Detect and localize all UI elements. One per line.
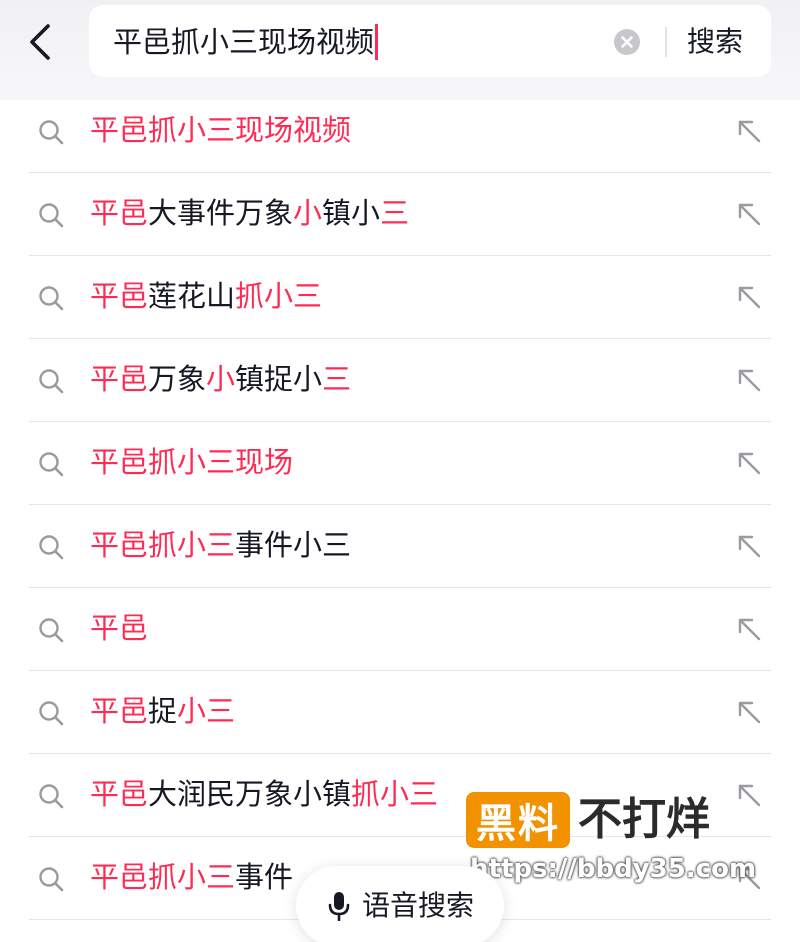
watermark-url: https://bbdy35.com: [470, 854, 757, 884]
back-button[interactable]: [18, 20, 62, 64]
suggestion-match-segment: 小: [293, 196, 323, 230]
arrow-up-left-icon[interactable]: [735, 615, 763, 643]
voice-search-button[interactable]: 语音搜索: [296, 866, 504, 942]
suggestion-match-segment: 抓小三: [351, 777, 439, 811]
suggestion-text: 平邑莲花山抓小三: [90, 274, 322, 318]
suggestion-match-segment: 平邑: [90, 777, 149, 811]
search-header: 平邑抓小三现场视频 搜索: [0, 0, 800, 100]
search-box[interactable]: 平邑抓小三现场视频 搜索: [89, 5, 771, 77]
suggestion-row[interactable]: 平邑万象小镇捉小三: [0, 339, 800, 422]
divider: [665, 27, 667, 57]
suggestion-match-segment: 三: [380, 196, 410, 230]
search-icon: [39, 120, 64, 145]
watermark-badge: 黑料: [466, 792, 570, 848]
suggestion-row[interactable]: 平邑捉小三: [0, 671, 800, 754]
arrow-up-left-icon[interactable]: [735, 532, 763, 560]
search-icon: [39, 535, 64, 560]
suggestion-text: 平邑抓小三现场视频: [90, 108, 351, 152]
suggestion-segment: 镇小: [322, 196, 381, 230]
suggestion-segment: 莲花山: [148, 279, 236, 313]
suggestion-row[interactable]: 平邑抓小三现场视频: [0, 90, 800, 173]
suggestion-text: 平邑万象小镇捉小三: [90, 357, 351, 401]
arrow-up-left-icon[interactable]: [735, 781, 763, 809]
suggestion-match-segment: 小: [206, 362, 236, 396]
suggestion-match-segment: 抓小三: [235, 279, 323, 313]
suggestion-segment: 大润民万象小镇: [148, 777, 352, 811]
suggestion-text: 平邑抓小三事件小三: [90, 523, 351, 567]
clear-circle-icon[interactable]: [614, 29, 640, 55]
suggestion-segment: 事件小三: [235, 528, 352, 562]
suggestion-text: 平邑大事件万象小镇小三: [90, 191, 409, 235]
search-icon: [39, 618, 64, 643]
arrow-up-left-icon[interactable]: [735, 366, 763, 394]
arrow-up-left-icon[interactable]: [735, 698, 763, 726]
search-icon: [39, 867, 64, 892]
suggestion-row[interactable]: 平邑大事件万象小镇小三: [0, 173, 800, 256]
search-input[interactable]: 平邑抓小三现场视频: [113, 23, 379, 61]
search-icon: [39, 701, 64, 726]
search-icon: [39, 784, 64, 809]
arrow-up-left-icon[interactable]: [735, 283, 763, 311]
suggestion-match-segment: 平邑: [90, 694, 149, 728]
suggestion-segment: 大事件万象: [148, 196, 294, 230]
arrow-up-left-icon[interactable]: [735, 117, 763, 145]
suggestion-match-segment: 平邑抓小三: [90, 860, 236, 894]
search-icon: [39, 369, 64, 394]
suggestion-match-segment: 平邑: [90, 611, 149, 645]
suggestion-match-segment: 平邑: [90, 196, 149, 230]
suggestion-text: 平邑大润民万象小镇抓小三: [90, 772, 438, 816]
suggestion-segment: 事件: [235, 860, 294, 894]
voice-search-label: 语音搜索: [361, 889, 474, 922]
suggestion-segment: 镇捉小: [235, 362, 323, 396]
microphone-icon: [328, 892, 350, 921]
suggestion-text: 平邑抓小三事件: [90, 855, 293, 899]
suggestion-match-segment: 平邑抓小三现场视频: [90, 113, 352, 147]
search-icon: [39, 452, 64, 477]
suggestion-match-segment: 平邑抓小三: [90, 528, 236, 562]
suggestion-row[interactable]: 平邑: [0, 588, 800, 671]
arrow-up-left-icon[interactable]: [735, 449, 763, 477]
suggestion-row[interactable]: 平邑抓小三现场: [0, 422, 800, 505]
suggestion-row[interactable]: 平邑抓小三事件小三: [0, 505, 800, 588]
suggestion-match-segment: 小三: [177, 694, 236, 728]
suggestion-row[interactable]: 平邑莲花山抓小三: [0, 256, 800, 339]
suggestion-segment: 万象: [148, 362, 207, 396]
suggestion-match-segment: 平邑: [90, 362, 149, 396]
suggestion-text: 平邑抓小三现场: [90, 440, 293, 484]
watermark-text: 不打烊: [578, 794, 710, 845]
arrow-up-left-icon[interactable]: [735, 200, 763, 228]
search-query-text: 平邑抓小三现场视频: [113, 25, 375, 59]
suggestion-match-segment: 三: [322, 362, 352, 396]
suggestion-text: 平邑捉小三: [90, 689, 235, 733]
text-caret: [375, 24, 379, 60]
suggestion-match-segment: 平邑抓小三现场: [90, 445, 294, 479]
search-icon: [39, 203, 64, 228]
suggestion-segment: 捉: [148, 694, 178, 728]
suggestion-text: 平邑: [90, 606, 148, 650]
search-button[interactable]: 搜索: [687, 23, 743, 61]
search-icon: [39, 286, 64, 311]
suggestion-match-segment: 平邑: [90, 279, 149, 313]
chevron-left-icon: [30, 24, 50, 60]
search-suggestion-page: 平邑抓小三现场视频 搜索 平邑抓小三现场视频 平邑大事件万象小镇小三 平邑莲花山抓小…: [0, 0, 800, 942]
